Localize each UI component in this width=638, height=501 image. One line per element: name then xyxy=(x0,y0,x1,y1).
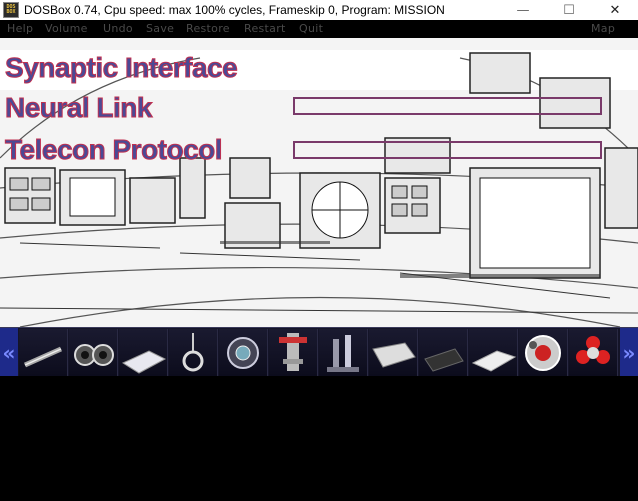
icon-text-line2: BOX xyxy=(6,9,16,15)
inventory-item-wrench[interactable] xyxy=(19,329,68,376)
option-telecon-protocol[interactable]: Telecon Protocol xyxy=(4,134,223,166)
menu-restart[interactable]: Restart xyxy=(244,22,286,35)
neural-link-input-box[interactable] xyxy=(293,97,602,115)
lever-icon xyxy=(327,335,359,372)
close-icon: ✕ xyxy=(609,2,621,18)
diving-helmet-icon xyxy=(227,337,259,369)
scroll-right-button[interactable]: » xyxy=(620,328,638,377)
notepad-icon xyxy=(121,350,167,374)
minimize-icon: — xyxy=(516,2,530,18)
maximize-icon: ☐ xyxy=(563,2,575,18)
inventory-toolbar: « » xyxy=(0,327,638,377)
menu-undo[interactable]: Undo xyxy=(103,22,133,35)
inventory-item-pipe-valve[interactable] xyxy=(269,329,318,376)
paper-scroll-icon xyxy=(372,342,416,368)
option-synaptic-interface[interactable]: Synaptic Interface xyxy=(4,52,238,84)
maximize-button[interactable]: ☐ xyxy=(546,0,592,20)
inventory-item-lever[interactable] xyxy=(319,329,368,376)
inventory-item-diving-helmet[interactable] xyxy=(219,329,268,376)
close-button[interactable]: ✕ xyxy=(592,0,638,20)
window-title-bar: DOS BOX DOSBox 0.74, Cpu speed: max 100%… xyxy=(0,0,638,20)
dosbox-app-icon: DOS BOX xyxy=(3,2,19,18)
inventory-item-hook[interactable] xyxy=(169,329,218,376)
chevron-right-icon: » xyxy=(622,340,636,365)
red-orb-device-icon xyxy=(525,335,561,371)
minimize-button[interactable]: — xyxy=(500,0,546,20)
dark-panel-icon xyxy=(424,348,464,372)
menu-quit[interactable]: Quit xyxy=(299,22,323,35)
inventory-item-slab[interactable] xyxy=(469,329,518,376)
scroll-left-button[interactable]: « xyxy=(0,328,18,377)
menu-help[interactable]: Help xyxy=(7,22,33,35)
chevron-left-icon: « xyxy=(2,340,16,365)
menu-save[interactable]: Save xyxy=(146,22,174,35)
inventory-item-paper-scroll[interactable] xyxy=(369,329,418,376)
empty-lower-area xyxy=(0,376,638,501)
hook-icon xyxy=(182,333,204,372)
inventory-item-red-flower-device[interactable] xyxy=(569,329,618,376)
option-neural-link[interactable]: Neural Link xyxy=(5,92,153,124)
pipe-valve-icon xyxy=(279,333,307,371)
goggles-icon xyxy=(74,344,114,366)
menu-restore[interactable]: Restore xyxy=(186,22,230,35)
inventory-item-goggles[interactable] xyxy=(69,329,118,376)
telecon-protocol-input-box[interactable] xyxy=(293,141,602,159)
red-flower-device-icon xyxy=(576,336,610,364)
inventory-item-notepad[interactable] xyxy=(119,329,168,376)
menu-map[interactable]: Map xyxy=(591,22,615,35)
inventory-item-dark-panel[interactable] xyxy=(419,329,468,376)
menu-volume[interactable]: Volume xyxy=(45,22,88,35)
game-menu-bar: Help Volume Undo Save Restore Restart Qu… xyxy=(0,20,638,38)
wrench-icon xyxy=(23,346,63,368)
slab-icon xyxy=(471,350,517,372)
inventory-item-red-orb-device[interactable] xyxy=(519,329,568,376)
cockpit-scene: Synaptic Interface Neural Link Telecon P… xyxy=(0,38,638,327)
window-title: DOSBox 0.74, Cpu speed: max 100% cycles,… xyxy=(24,3,445,17)
